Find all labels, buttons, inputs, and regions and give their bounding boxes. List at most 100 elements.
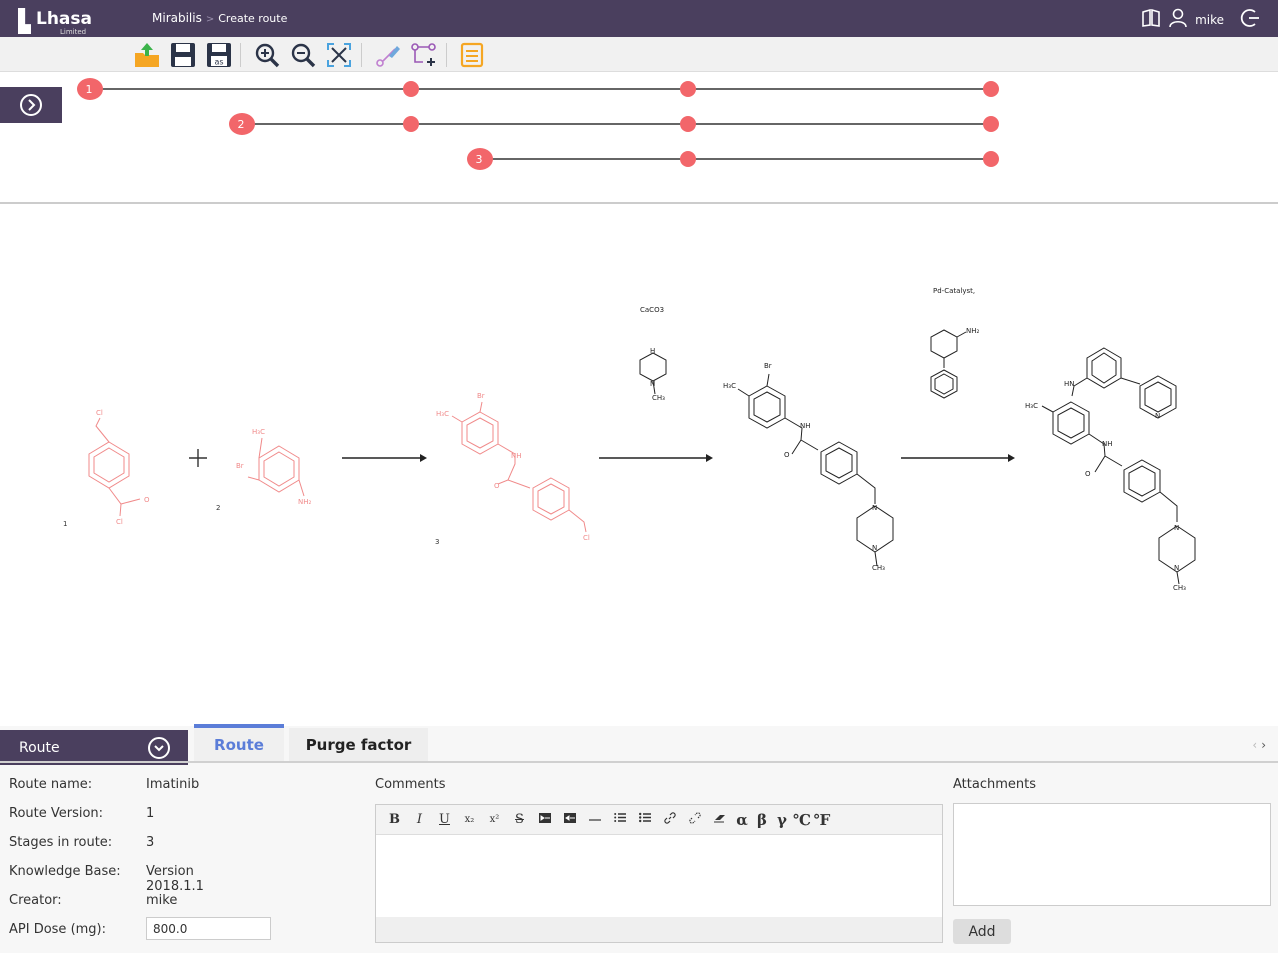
import-icon[interactable] — [133, 41, 161, 69]
pyrimidine-pyridine-structure[interactable] — [930, 329, 967, 399]
logout-icon[interactable] — [1240, 8, 1260, 31]
atom-label: N — [872, 504, 877, 512]
atom-label: NH — [1102, 440, 1113, 448]
superscript-button[interactable]: x² — [482, 814, 507, 825]
numbered-list-icon[interactable] — [607, 812, 632, 827]
save-icon[interactable] — [169, 41, 197, 69]
atom-label: H₃C — [252, 428, 265, 436]
comments-editor[interactable]: B I U x₂ x² S α β γ ℃ ℉ — [375, 804, 943, 943]
comments-label: Comments — [375, 777, 446, 792]
user-name[interactable]: mike — [1195, 13, 1224, 27]
link-icon[interactable] — [657, 811, 682, 828]
outdent-icon[interactable] — [557, 812, 582, 827]
timeline-node[interactable] — [983, 116, 999, 132]
editor-status-bar — [376, 917, 942, 942]
atom-label: H — [650, 347, 655, 355]
app-header: Lhasa Limited Mirabilis > Create route mik… — [0, 0, 1278, 48]
unlink-icon[interactable] — [682, 811, 707, 828]
svg-text:3: 3 — [476, 153, 483, 166]
api-dose-label: API Dose (mg): — [9, 922, 107, 937]
atom-label: N — [872, 544, 877, 552]
timeline-node[interactable] — [983, 81, 999, 97]
timeline-node[interactable] — [680, 116, 696, 132]
toolbar-divider — [446, 43, 447, 67]
subscript-button[interactable]: x₂ — [457, 814, 482, 825]
insert-celsius-button[interactable]: ℃ — [792, 811, 812, 829]
atom-label: CH₃ — [1173, 584, 1186, 592]
route-version-value: 1 — [146, 806, 155, 821]
help-book-icon[interactable] — [1141, 8, 1161, 30]
atom-label: NH — [800, 422, 811, 430]
report-icon[interactable] — [458, 41, 486, 69]
insert-gamma-button[interactable]: γ — [772, 811, 792, 829]
zoom-out-icon[interactable] — [289, 41, 317, 69]
reaction-arrow-1[interactable] — [342, 454, 427, 462]
edit-stage-icon[interactable] — [374, 41, 402, 69]
reaction-arrow-3[interactable] — [901, 454, 1015, 462]
save-as-icon[interactable]: as — [205, 41, 233, 69]
chevron-left-icon[interactable]: ‹ — [1252, 738, 1261, 752]
atom-label: O — [494, 482, 500, 490]
compound-2-structure[interactable] — [247, 437, 305, 497]
atom-label: Cl — [583, 534, 590, 542]
timeline-node[interactable] — [403, 116, 419, 132]
reaction-scheme-canvas: Cl O Cl 1 H₃C Br NH₂ 2 Br H₃C NH O Cl 3 … — [63, 287, 1196, 592]
creator-value: mike — [146, 893, 178, 908]
horizontal-rule-icon[interactable] — [582, 812, 607, 827]
tab-route[interactable]: Route — [194, 724, 284, 761]
route-panel-header[interactable]: Route — [0, 730, 188, 765]
plus-icon — [189, 449, 207, 467]
atom-label: NH₂ — [966, 327, 980, 335]
timeline-node[interactable] — [680, 151, 696, 167]
bullet-list-icon[interactable] — [632, 812, 657, 827]
reagent-label-step-2: CaCO3 — [640, 306, 664, 314]
stages-label: Stages in route: — [9, 835, 113, 850]
knowledge-base-label: Knowledge Base: — [9, 864, 121, 879]
insert-alpha-button[interactable]: α — [732, 811, 752, 829]
zoom-in-icon[interactable] — [253, 41, 281, 69]
atom-label: N — [1155, 412, 1160, 420]
breadcrumb-app[interactable]: Mirabilis — [152, 11, 202, 25]
reaction-scheme: Cl O Cl 1 H₃C Br NH₂ 2 Br H₃C NH O Cl 3 … — [0, 206, 1278, 726]
tab-pager[interactable]: ‹› — [1252, 738, 1270, 752]
user-icon[interactable] — [1169, 8, 1187, 31]
api-dose-input[interactable] — [146, 917, 271, 940]
route-panel-title: Route — [19, 739, 60, 756]
reagent-label-step-3: Pd-Catalyst, — [933, 287, 975, 295]
atom-label: N — [1174, 524, 1179, 532]
indent-icon[interactable] — [532, 812, 557, 827]
insert-fahrenheit-button[interactable]: ℉ — [812, 811, 832, 829]
atom-label: Cl — [116, 518, 123, 526]
reaction-arrow-2[interactable] — [599, 454, 713, 462]
insert-beta-button[interactable]: β — [752, 811, 772, 829]
breadcrumb: Mirabilis > Create route — [152, 11, 287, 25]
creator-label: Creator: — [9, 893, 62, 908]
timeline-node[interactable] — [403, 81, 419, 97]
svg-text:1: 1 — [86, 83, 93, 96]
atom-label: O — [784, 451, 790, 459]
tab-purge-factor[interactable]: Purge factor — [289, 728, 428, 761]
chevron-down-icon[interactable] — [148, 737, 170, 759]
fit-to-screen-icon[interactable] — [325, 41, 353, 69]
compound-4-structure[interactable] — [737, 373, 894, 567]
compound-3-structure[interactable] — [451, 401, 587, 533]
add-attachment-button[interactable]: Add — [953, 919, 1011, 944]
atom-label: Br — [477, 392, 485, 400]
compound-1-structure[interactable] — [88, 417, 141, 517]
eraser-icon[interactable] — [707, 812, 732, 827]
timeline-node[interactable] — [983, 151, 999, 167]
add-stage-icon[interactable] — [410, 41, 438, 69]
route-version-label: Route Version: — [9, 806, 104, 821]
atom-label: CH₃ — [652, 394, 665, 402]
atom-label: O — [144, 496, 150, 504]
underline-button[interactable]: U — [432, 812, 457, 827]
bold-button[interactable]: B — [382, 812, 407, 827]
strikethrough-button[interactable]: S — [507, 812, 532, 827]
toolbar-divider — [240, 43, 241, 67]
chevron-right-icon[interactable]: › — [1261, 738, 1270, 752]
timeline-node[interactable] — [680, 81, 696, 97]
breadcrumb-separator-icon: > — [205, 14, 215, 25]
italic-button[interactable]: I — [407, 812, 432, 827]
atom-label: HN — [1064, 380, 1075, 388]
attachments-box[interactable] — [953, 803, 1271, 906]
